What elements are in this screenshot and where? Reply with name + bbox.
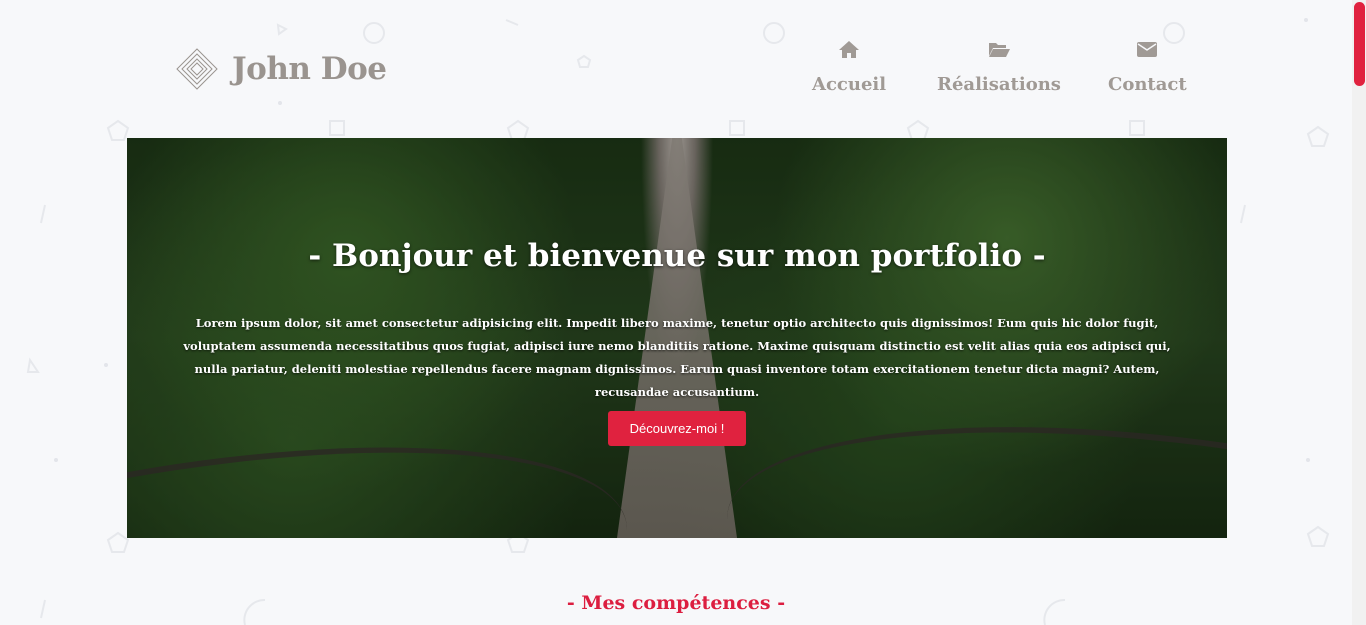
hero-title: - Bonjour et bienvenue sur mon portfolio… [308,238,1046,274]
logo-title: John Doe [232,51,387,87]
skills-title: - Mes compétences - [566,592,786,614]
logo[interactable]: John Doe [176,48,387,90]
scrollbar-thumb[interactable] [1354,2,1365,86]
nav-label: Réalisations [937,74,1061,95]
nav-label: Contact [1108,74,1187,95]
folder-open-icon [988,38,1010,60]
nav-realisations[interactable]: Réalisations [937,38,1061,95]
nav-contact[interactable]: Contact [1108,38,1187,95]
scrollbar[interactable] [1352,0,1366,625]
diamond-logo-icon [176,48,218,90]
envelope-icon [1137,38,1158,60]
home-icon [838,38,860,60]
nav-label: Accueil [812,74,887,95]
site-header: John Doe Accueil Réalisations Contact [0,0,1352,130]
hero-banner: - Bonjour et bienvenue sur mon portfolio… [127,138,1227,538]
hero-text: Lorem ipsum dolor, sit amet consectetur … [183,316,1171,399]
nav-accueil[interactable]: Accueil [812,38,886,95]
discover-button[interactable]: Découvrez-moi ! [608,411,746,446]
